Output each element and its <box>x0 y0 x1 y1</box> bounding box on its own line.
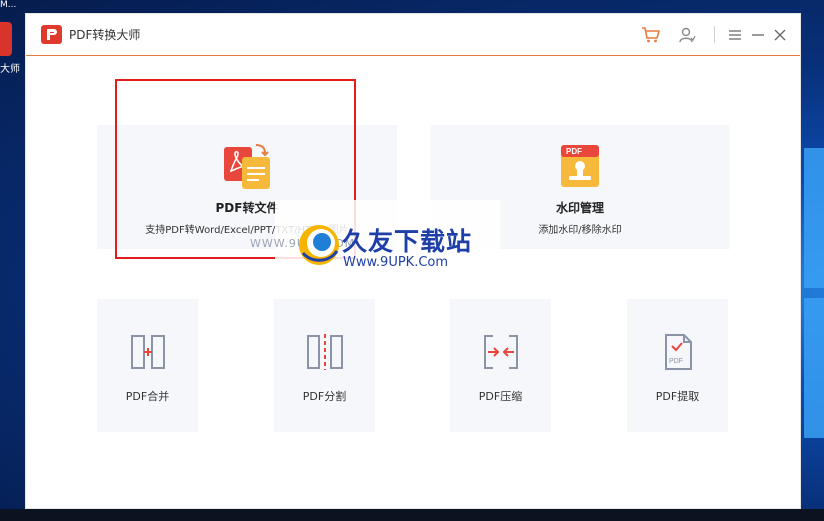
tool-label: PDF提取 <box>655 390 700 403</box>
compress-icon <box>484 335 518 369</box>
menu-icon[interactable] <box>725 25 745 45</box>
close-icon[interactable] <box>770 25 790 45</box>
watermark-logo-icon <box>299 225 339 265</box>
split-icon <box>307 334 343 370</box>
app-title: PDF转换大师 <box>69 28 141 42</box>
watermark-icon: PDF <box>561 145 599 187</box>
tool-label: PDF合并 <box>125 390 170 403</box>
titlebar-separator <box>714 26 715 43</box>
desktop-top-label: M... <box>0 0 17 10</box>
user-icon[interactable] <box>677 25 697 45</box>
windows-logo-pane <box>804 298 824 438</box>
desktop-app-icon[interactable] <box>0 22 12 56</box>
tool-label: PDF分割 <box>302 390 347 403</box>
watermark-url: Www.9UPK.Com <box>343 255 449 270</box>
pdf-compress-card[interactable]: PDF压缩 <box>450 299 551 432</box>
pdf-merge-card[interactable]: PDF合并 <box>97 299 198 432</box>
windows-logo-pane <box>804 148 824 288</box>
cart-icon[interactable] <box>641 25 661 45</box>
tool-label: PDF压缩 <box>478 390 523 403</box>
merge-icon <box>131 335 165 369</box>
taskbar <box>0 509 824 521</box>
app-logo-icon <box>41 25 62 44</box>
svg-text:PDF: PDF <box>566 147 582 156</box>
titlebar: PDF转换大师 <box>26 14 800 56</box>
watermark-name: 久友下载站 <box>342 227 473 256</box>
pdf-split-card[interactable]: PDF分割 <box>274 299 375 432</box>
svg-text:PDF: PDF <box>669 358 683 365</box>
pdf-extract-card[interactable]: PDF PDF提取 <box>627 299 728 432</box>
extract-icon: PDF <box>665 334 692 370</box>
minimize-icon[interactable] <box>748 25 768 45</box>
desktop-icon-label: 大师 <box>0 64 20 75</box>
